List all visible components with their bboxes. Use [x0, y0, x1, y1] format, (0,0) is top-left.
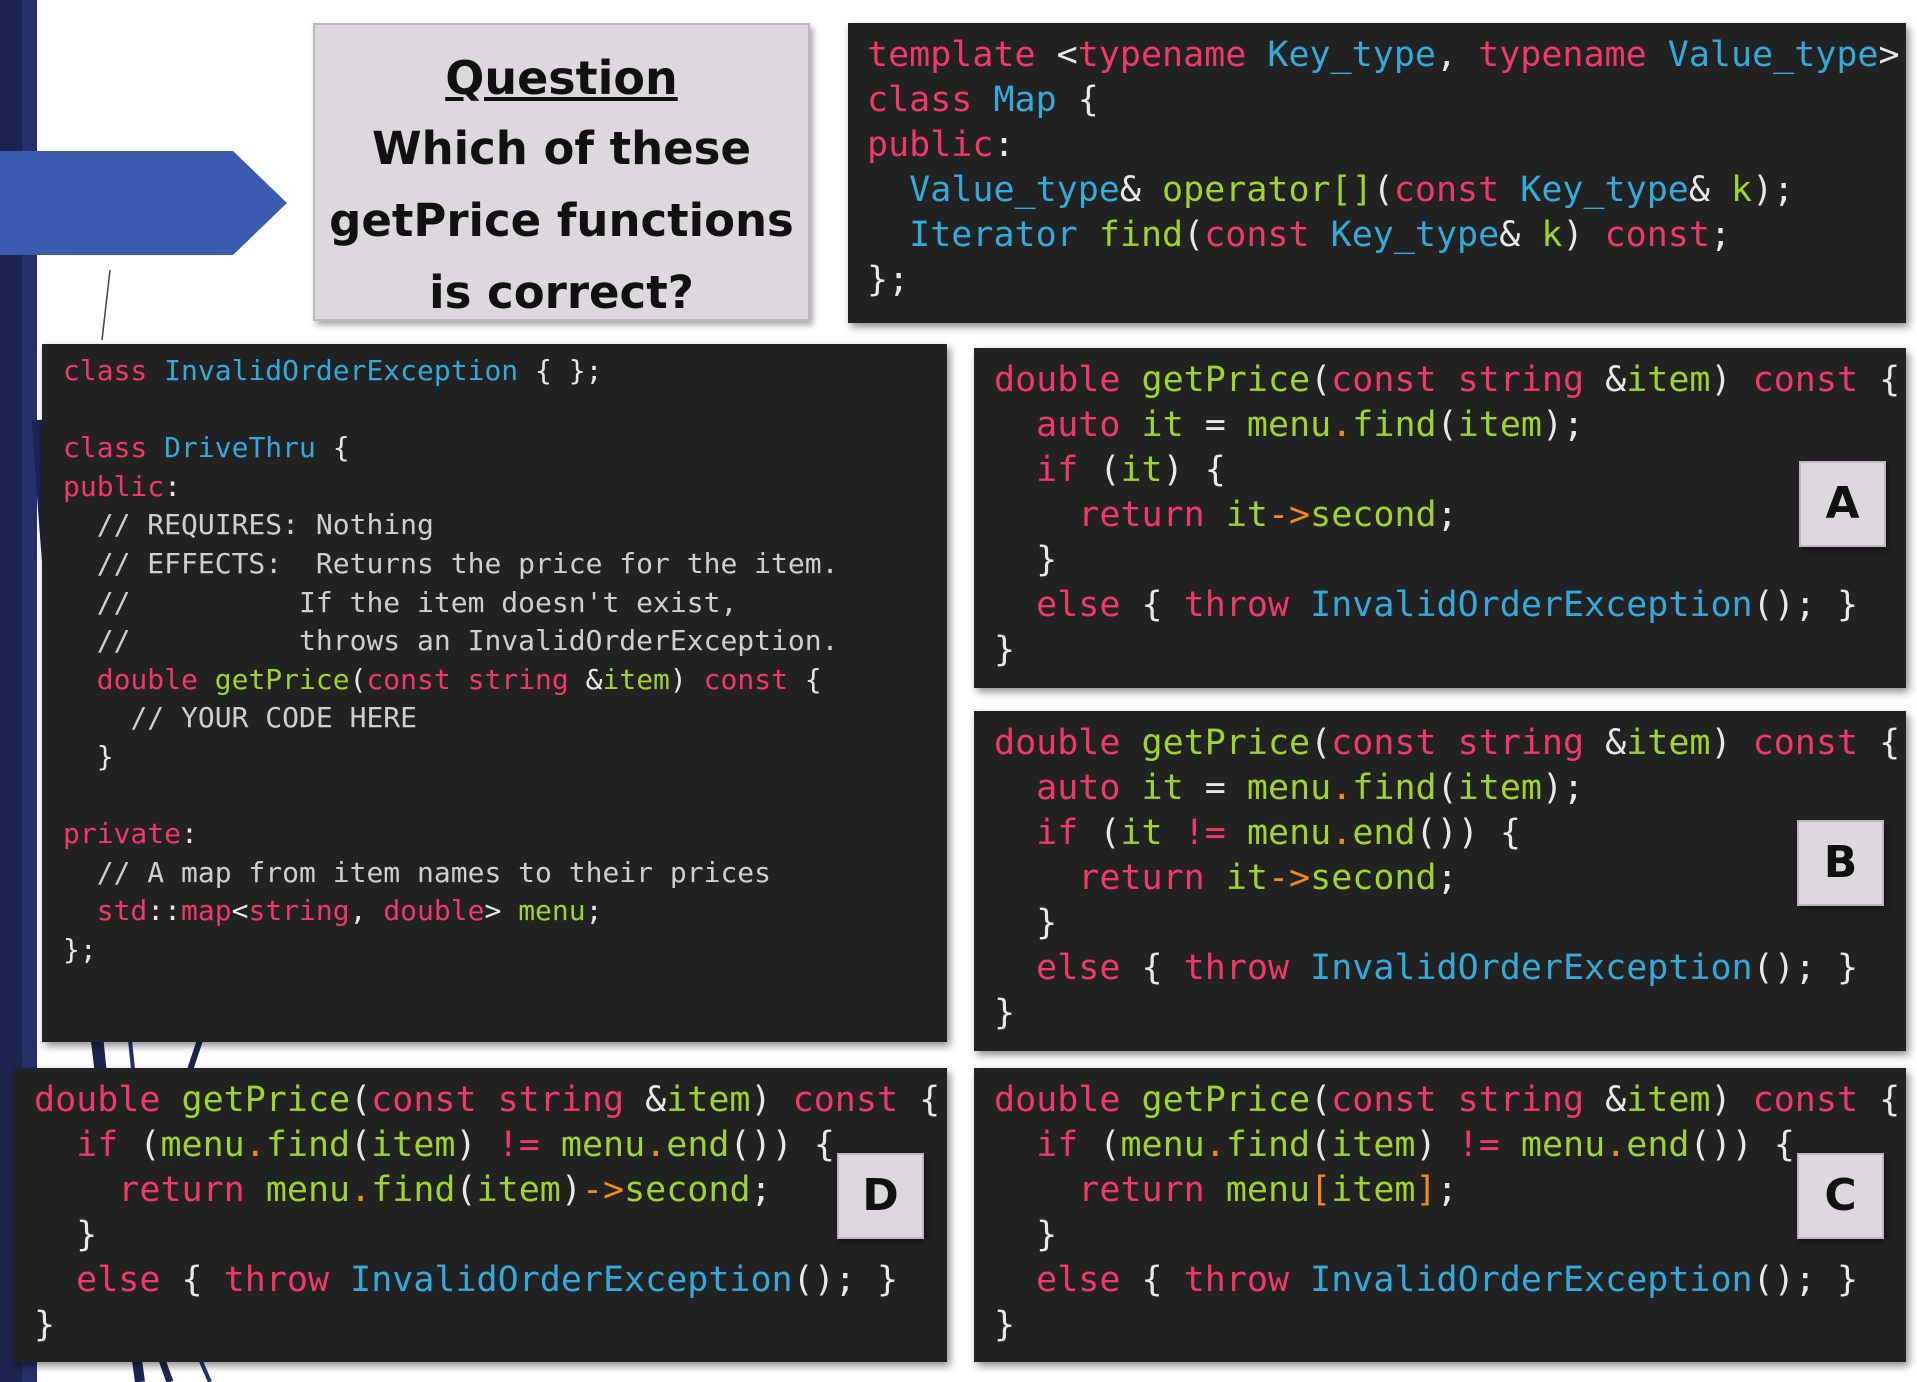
pointer-arrow-shape — [0, 151, 287, 255]
question-line: getPrice functions — [329, 194, 794, 247]
code-line: class Map { — [867, 80, 1099, 120]
code-line: if (it != menu.end()) { — [1036, 813, 1521, 853]
code-comment: // YOUR CODE HERE — [130, 701, 418, 735]
code-line: return it->second; — [1078, 495, 1458, 535]
code-line: template <typename Key_type, typename Va… — [867, 35, 1900, 75]
code-line: } — [994, 1305, 1016, 1345]
code-line: double getPrice(const string &item) cons… — [994, 360, 1901, 400]
code-line: return it->second; — [1078, 858, 1458, 898]
code-line: double getPrice(const string &item) cons… — [994, 723, 1901, 763]
code-line: else { throw InvalidOrderException(); } — [76, 1260, 899, 1300]
code-comment: // A map from item names to their prices — [96, 855, 772, 889]
option-a-code-block[interactable]: double getPrice(const string &item) cons… — [974, 348, 1906, 688]
option-d-code-block[interactable]: double getPrice(const string &item) cons… — [14, 1068, 947, 1362]
code-comment: // EFFECTS: Returns the price for the it… — [96, 546, 839, 580]
code-line: } — [1036, 1215, 1058, 1255]
code-line: }; — [867, 260, 910, 300]
code-line: double getPrice(const string &item) cons… — [34, 1080, 941, 1120]
code-line: return menu.find(item)->second; — [118, 1170, 772, 1210]
code-line: else { throw InvalidOrderException(); } — [1036, 585, 1859, 625]
code-line: if (it) { — [1036, 450, 1226, 490]
code-line: class InvalidOrderException { }; — [63, 354, 603, 387]
code-comment: // If the item doesn't exist, — [96, 585, 738, 619]
code-line: private: — [63, 817, 198, 851]
code-line: double getPrice(const string &item) cons… — [96, 662, 822, 696]
option-c-label[interactable]: C — [1797, 1153, 1884, 1239]
option-d-label[interactable]: D — [837, 1153, 924, 1239]
code-line: class DriveThru { — [63, 431, 350, 465]
code-line: } — [34, 1305, 56, 1345]
question-line: Which of these — [371, 122, 751, 175]
code-line: if (menu.find(item) != menu.end()) { — [76, 1125, 835, 1165]
code-comment: // throws an InvalidOrderException. — [96, 624, 839, 658]
code-line: if (menu.find(item) != menu.end()) { — [1036, 1125, 1795, 1165]
option-c-code-block[interactable]: double getPrice(const string &item) cons… — [974, 1068, 1906, 1362]
code-line: auto it = menu.find(item); — [1036, 768, 1585, 808]
code-line: public: — [63, 469, 182, 503]
code-line: Iterator find(const Key_type& k) const; — [909, 215, 1732, 255]
option-a-label[interactable]: A — [1799, 461, 1886, 547]
code-line: }; — [63, 932, 97, 966]
option-b-code-block[interactable]: double getPrice(const string &item) cons… — [974, 711, 1906, 1051]
code-line: double getPrice(const string &item) cons… — [994, 1080, 1901, 1120]
question-line: is correct? — [429, 266, 694, 319]
question-box: Question Which of these getPrice functio… — [313, 23, 810, 321]
code-line: } — [96, 739, 114, 773]
map-interface-code-block: template <typename Key_type, typename Va… — [848, 23, 1906, 323]
code-line: std::map<string, double> menu; — [96, 894, 603, 928]
question-title: Question — [445, 51, 678, 105]
code-line: } — [76, 1215, 98, 1255]
code-line: else { throw InvalidOrderException(); } — [1036, 948, 1859, 988]
code-line: return menu[item]; — [1078, 1170, 1458, 1210]
code-line: auto it = menu.find(item); — [1036, 405, 1585, 445]
code-line: } — [1036, 903, 1058, 943]
code-line: public: — [867, 125, 1015, 165]
code-line: } — [1036, 540, 1058, 580]
option-b-label[interactable]: B — [1797, 820, 1884, 906]
code-comment: // REQUIRES: Nothing — [96, 508, 434, 542]
code-line: } — [994, 993, 1016, 1033]
drivethru-class-code-block: class InvalidOrderException { }; class D… — [42, 344, 947, 1042]
code-line: Value_type& operator[](const Key_type& k… — [909, 170, 1795, 210]
question-text: Which of these getPrice functions is cor… — [315, 113, 808, 329]
code-line: else { throw InvalidOrderException(); } — [1036, 1260, 1859, 1300]
code-line: } — [994, 630, 1016, 670]
